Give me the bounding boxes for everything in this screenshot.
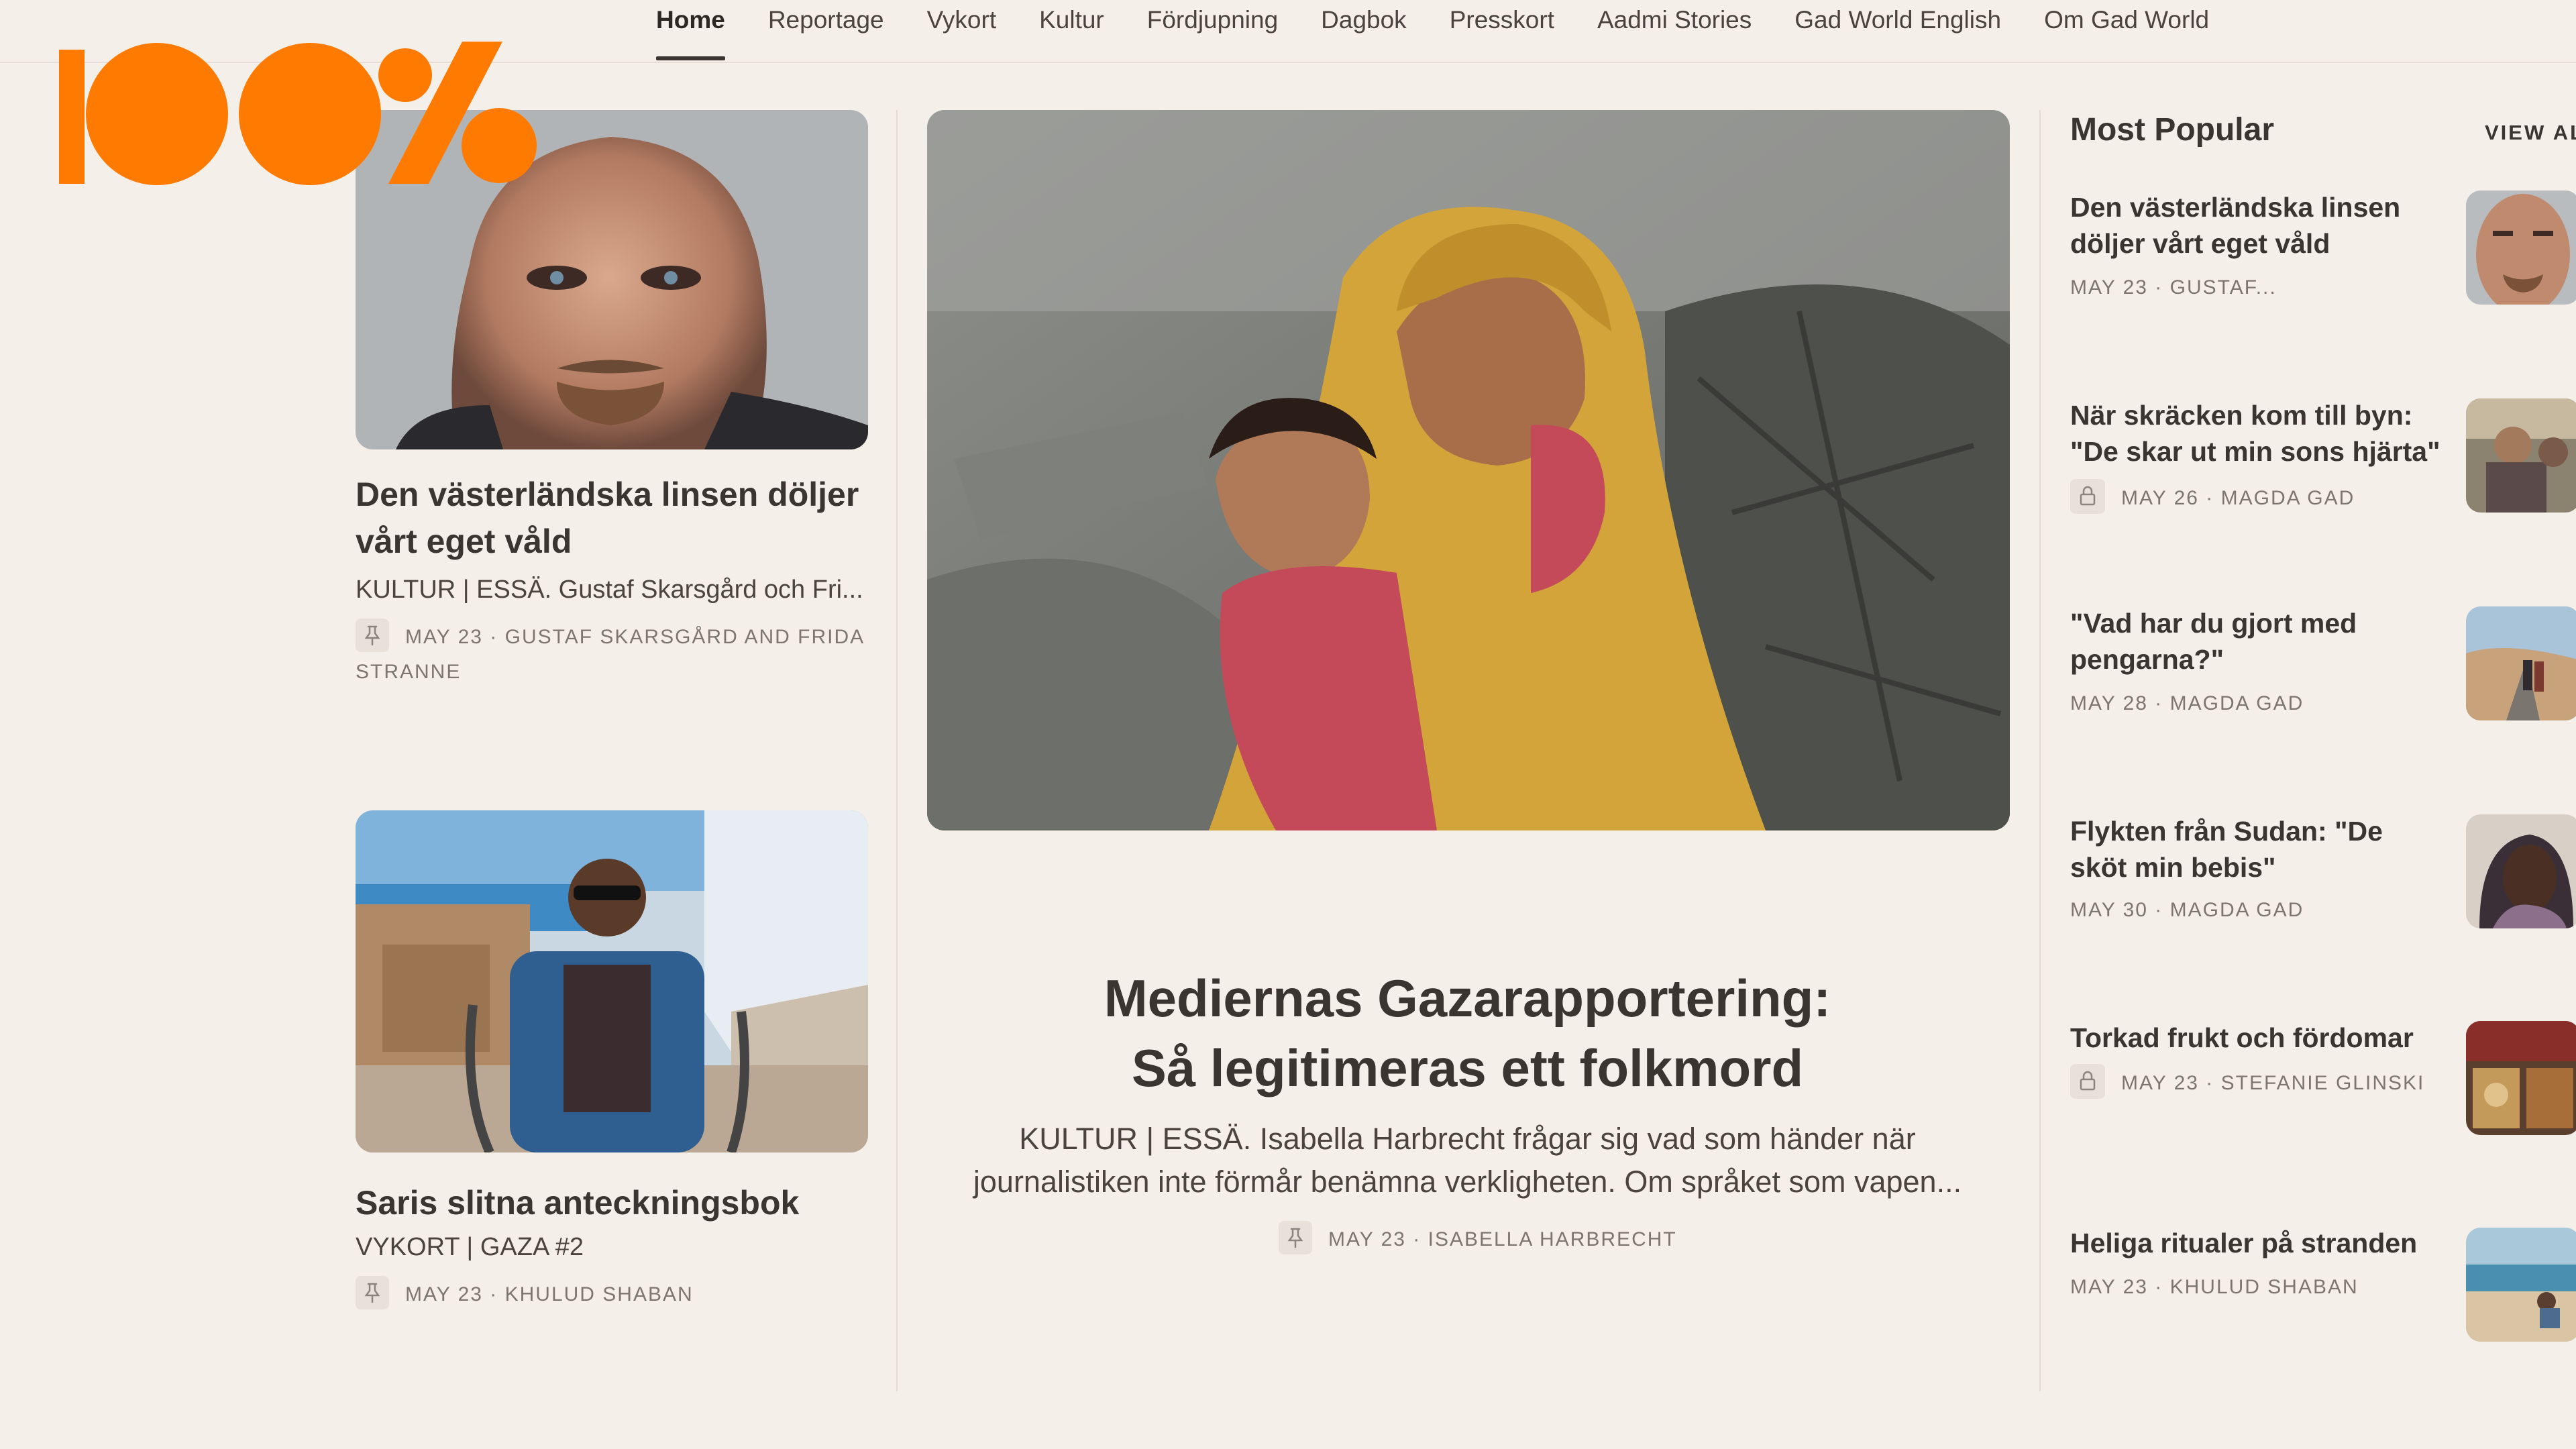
story-meta-line2: STRANNE xyxy=(356,661,462,684)
popular-item-thumbnail[interactable] xyxy=(2466,398,2576,513)
popular-item-thumbnail[interactable] xyxy=(2466,814,2576,928)
hero-title-line2[interactable]: Så legitimeras ett folkmord xyxy=(1132,1038,1803,1097)
story-subtitle: KULTUR | ESSÄ. Gustaf Skarsgård och Fri.… xyxy=(356,576,863,604)
story-image-man-wheelchair[interactable] xyxy=(356,810,868,1152)
story-meta-text: MAY 23 · KHULUD SHABAN xyxy=(405,1283,694,1305)
popular-item-title-line2[interactable]: "De skar ut min sons hjärta" xyxy=(2070,436,2440,467)
popular-item-title-line2[interactable]: döljer vårt eget våld xyxy=(2070,228,2330,259)
column-divider xyxy=(896,110,898,1391)
popular-item-thumbnail[interactable] xyxy=(2466,1021,2576,1135)
hero-image-mother-child[interactable] xyxy=(927,110,2010,830)
story-title[interactable]: Saris slitna anteckningsbok xyxy=(356,1179,879,1226)
nav-menu: Home Reportage Vykort Kultur Fördjupning… xyxy=(635,0,2231,62)
hero-subtitle-line2: journalistiken inte förmår benämna verkl… xyxy=(973,1165,1962,1199)
popular-item-title[interactable]: Torkad frukt och fördomar xyxy=(2070,1020,2459,1056)
popular-item-meta: MAY 23 · KHULUD SHABAN xyxy=(2070,1276,2359,1298)
nav-item-presskort[interactable]: Presskort xyxy=(1428,0,1576,62)
nav-item-dagbok[interactable]: Dagbok xyxy=(1299,0,1428,62)
nav-item-aadmi-stories[interactable]: Aadmi Stories xyxy=(1576,0,1773,62)
popular-item-meta: MAY 26 · MAGDA GAD xyxy=(2070,479,2355,517)
view-all-link[interactable]: VIEW ALL xyxy=(2485,121,2576,145)
nav-item-om-gad-world[interactable]: Om Gad World xyxy=(2023,0,2231,62)
nav-item-home[interactable]: Home xyxy=(635,0,747,62)
pin-icon xyxy=(356,1276,389,1310)
popular-item-meta: MAY 30 · MAGDA GAD xyxy=(2070,899,2304,921)
hero-title[interactable]: Mediernas Gazarapportering: Så legitimer… xyxy=(926,963,2009,1103)
nav-item-kultur[interactable]: Kultur xyxy=(1018,0,1126,62)
nav-item-fordjupning[interactable]: Fördjupning xyxy=(1126,0,1299,62)
story-meta: MAY 23 · GUSTAF SKARSGÅRD AND FRIDA STRA… xyxy=(356,619,865,690)
story-meta-line1: MAY 23 · GUSTAF SKARSGÅRD AND FRIDA xyxy=(405,626,865,648)
story-subtitle: VYKORT | GAZA #2 xyxy=(356,1233,584,1261)
popular-item-title-line1[interactable]: Torkad frukt och fördomar xyxy=(2070,1022,2414,1053)
popular-item-meta-text: MAY 26 · MAGDA GAD xyxy=(2121,486,2355,509)
popular-item-title-line1[interactable]: Heliga ritualer på stranden xyxy=(2070,1228,2417,1258)
nav-item-vykort[interactable]: Vykort xyxy=(906,0,1018,62)
popular-item-title[interactable]: "Vad har du gjort med pengarna?" xyxy=(2070,605,2459,678)
popular-item-title[interactable]: När skräcken kom till byn: "De skar ut m… xyxy=(2070,397,2459,470)
nav-item-reportage[interactable]: Reportage xyxy=(747,0,906,62)
hero-meta: MAY 23 · ISABELLA HARBRECHT xyxy=(1279,1221,1677,1257)
popular-item-thumbnail[interactable] xyxy=(2466,1228,2576,1342)
most-popular-heading: Most Popular xyxy=(2070,112,2275,148)
hero-title-line1[interactable]: Mediernas Gazarapportering: xyxy=(1104,969,1831,1028)
popular-item-title-line1[interactable]: "Vad har du gjort med xyxy=(2070,608,2357,639)
popular-item-title-line1[interactable]: När skräcken kom till byn: xyxy=(2070,400,2412,431)
popular-item-meta: MAY 28 · MAGDA GAD xyxy=(2070,692,2304,714)
popular-item-title[interactable]: Den västerländska linsen döljer vårt ege… xyxy=(2070,189,2459,262)
story-title[interactable]: Den västerländska linsen döljer vårt ege… xyxy=(356,471,879,565)
popular-item-title-line2[interactable]: sköt min bebis" xyxy=(2070,852,2276,883)
pin-icon xyxy=(356,619,389,653)
popular-item-meta: MAY 23 · STEFANIE GLINSKI xyxy=(2070,1064,2425,1102)
brand-logo[interactable] xyxy=(56,42,553,189)
column-divider xyxy=(2039,110,2041,1391)
popular-item-thumbnail[interactable] xyxy=(2466,606,2576,720)
lock-icon xyxy=(2070,1064,2105,1099)
popular-item-title[interactable]: Heliga ritualer på stranden xyxy=(2070,1225,2459,1261)
hero-meta-text: MAY 23 · ISABELLA HARBRECHT xyxy=(1328,1228,1677,1250)
popular-item-title-line1[interactable]: Flykten från Sudan: "De xyxy=(2070,816,2383,847)
popular-item-meta-text: MAY 23 · STEFANIE GLINSKI xyxy=(2121,1071,2425,1094)
hero-subtitle: KULTUR | ESSÄ. Isabella Harbrecht frågar… xyxy=(939,1118,1996,1203)
hero-subtitle-line1: KULTUR | ESSÄ. Isabella Harbrecht frågar… xyxy=(1019,1122,1916,1156)
popular-item-thumbnail[interactable] xyxy=(2466,191,2576,305)
popular-item-meta: MAY 23 · GUSTAF... xyxy=(2070,276,2277,299)
popular-item-title[interactable]: Flykten från Sudan: "De sköt min bebis" xyxy=(2070,813,2459,885)
pin-icon xyxy=(1279,1221,1312,1255)
popular-item-title-line2[interactable]: pengarna?" xyxy=(2070,644,2224,675)
nav-item-gad-world-english[interactable]: Gad World English xyxy=(1773,0,2023,62)
story-meta: MAY 23 · KHULUD SHABAN xyxy=(356,1276,694,1312)
popular-item-title-line1[interactable]: Den västerländska linsen xyxy=(2070,192,2400,223)
lock-icon xyxy=(2070,479,2105,514)
